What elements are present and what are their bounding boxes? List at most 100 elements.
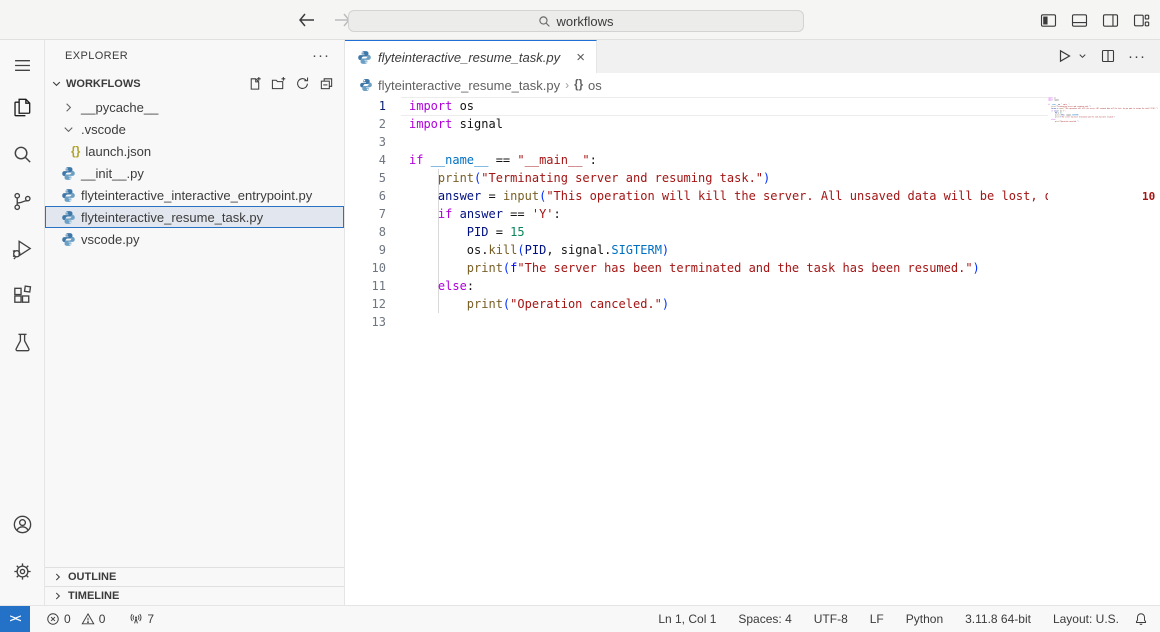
sidebar-more-actions-icon[interactable]: ··· [312, 51, 330, 61]
customize-layout-icon[interactable] [1133, 12, 1150, 29]
activity-bar [0, 40, 45, 605]
code-line-11[interactable]: 11 else: [345, 277, 1160, 295]
code-line-4[interactable]: 4if __name__ == "__main__": [345, 151, 1160, 169]
minimap-artifact: 10 [1142, 188, 1155, 206]
minimap-content: import osimport signal if __name__ == "_… [1048, 97, 1158, 125]
new-file-icon[interactable] [247, 76, 262, 91]
line-number: 4 [345, 151, 386, 169]
command-center-search[interactable]: workflows [348, 10, 804, 32]
new-folder-icon[interactable] [271, 76, 286, 91]
code-line-13[interactable]: 13 [345, 313, 1160, 331]
line-number: 10 [345, 259, 386, 277]
status-cursor-position[interactable]: Ln 1, Col 1 [658, 612, 716, 626]
line-number: 8 [345, 223, 386, 241]
code-content: 1import os2import signal34if __name__ ==… [345, 97, 1160, 331]
code-line-7[interactable]: 7 if answer == 'Y': [345, 205, 1160, 223]
chevron-right-icon [51, 570, 65, 584]
status-language[interactable]: Python [906, 612, 943, 626]
remote-indicator[interactable]: >< [0, 606, 30, 632]
menu-icon[interactable] [0, 46, 45, 84]
code-line-3[interactable]: 3 [345, 133, 1160, 151]
tree-item-launch-json[interactable]: {}launch.json [45, 140, 344, 162]
breadcrumb-symbol[interactable]: os [588, 78, 602, 93]
refresh-explorer-icon[interactable] [295, 76, 310, 91]
tree-item-label: flyteinteractive_interactive_entrypoint.… [81, 188, 312, 203]
code-line-text: print("Operation canceled.") [409, 295, 1048, 313]
extensions-icon[interactable] [0, 272, 45, 319]
tree-item-init-py[interactable]: __init__.py [45, 162, 344, 184]
tab-bar: flyteinteractive_resume_task.py × ··· [345, 40, 1160, 73]
code-editor[interactable]: 1import os2import signal34if __name__ ==… [345, 97, 1160, 605]
run-and-debug-icon[interactable] [0, 225, 45, 272]
python-file-icon [357, 50, 372, 65]
chevron-down-icon [61, 122, 76, 137]
workflows-section-label: WORKFLOWS [66, 78, 141, 90]
line-number: 12 [345, 295, 386, 313]
code-line-1[interactable]: 1import os [345, 97, 1160, 115]
run-python-file-icon[interactable] [1056, 48, 1072, 64]
tab-flyteinteractive-resume-task[interactable]: flyteinteractive_resume_task.py × [345, 40, 597, 73]
problems-status[interactable]: 0 0 [46, 612, 105, 626]
toggle-secondary-sidebar-icon[interactable] [1102, 12, 1119, 29]
python-file-icon [61, 210, 76, 225]
tree-item-vscode-py[interactable]: vscode.py [45, 228, 344, 250]
code-line-text: answer = input("This operation will kill… [409, 187, 1048, 205]
error-count: 0 [64, 612, 71, 626]
tree-item-pycache[interactable]: __pycache__ [45, 96, 344, 118]
toggle-panel-icon[interactable] [1071, 12, 1088, 29]
tree-item-label: .vscode [81, 122, 126, 137]
tree-item-label: flyteinteractive_resume_task.py [81, 210, 263, 225]
notifications-bell-icon[interactable] [1134, 612, 1148, 626]
code-line-text: import os [409, 97, 1048, 115]
minimap[interactable]: import osimport signal if __name__ == "_… [1048, 97, 1158, 605]
code-line-text [409, 133, 1048, 151]
code-line-text: import signal [409, 115, 1048, 133]
breadcrumb-separator: › [565, 78, 569, 92]
tree-item-flyteinteractive-interactive-entrypoint-py[interactable]: flyteinteractive_interactive_entrypoint.… [45, 184, 344, 206]
python-file-icon [61, 232, 76, 247]
ports-status[interactable]: 7 [129, 612, 154, 626]
status-keyboard-layout[interactable]: Layout: U.S. [1053, 612, 1119, 626]
sidebar-title: EXPLORER [65, 50, 128, 62]
file-tree: __pycache__ .vscode {}launch.json__init__.… [45, 96, 344, 250]
split-editor-icon[interactable] [1100, 48, 1116, 64]
code-line-5[interactable]: 5 print("Terminating server and resuming… [345, 169, 1160, 187]
json-file-icon: {} [71, 144, 80, 158]
status-eol[interactable]: LF [870, 612, 884, 626]
toggle-primary-sidebar-icon[interactable] [1040, 12, 1057, 29]
run-options-dropdown-icon[interactable] [1077, 48, 1088, 64]
tree-item-vscode-folder[interactable]: .vscode [45, 118, 344, 140]
code-line-6[interactable]: 6 answer = input("This operation will ki… [345, 187, 1160, 205]
status-encoding[interactable]: UTF-8 [814, 612, 848, 626]
account-icon[interactable] [0, 501, 45, 548]
timeline-section[interactable]: TIMELINE [45, 586, 344, 605]
back-arrow-icon[interactable] [296, 10, 316, 30]
code-line-text: PID = 15 [409, 223, 1048, 241]
explorer-icon[interactable] [0, 84, 45, 131]
code-line-12[interactable]: 12 print("Operation canceled.") [345, 295, 1160, 313]
more-actions-icon[interactable]: ··· [1128, 48, 1146, 65]
breadcrumb-file[interactable]: flyteinteractive_resume_task.py [378, 78, 560, 93]
search-icon [538, 15, 551, 28]
code-line-text: print(f"The server has been terminated a… [409, 259, 1048, 277]
status-bar: >< 0 0 7 Ln 1, Col 1 Spaces: 4 UTF-8 LF Pyth… [0, 605, 1160, 632]
search-icon[interactable] [0, 131, 45, 178]
warning-icon [81, 612, 95, 626]
tab-close-icon[interactable]: × [573, 49, 588, 66]
settings-gear-icon[interactable] [0, 548, 45, 595]
tree-item-flyteinteractive-resume-task-py[interactable]: flyteinteractive_resume_task.py [45, 206, 344, 228]
code-line-10[interactable]: 10 print(f"The server has been terminate… [345, 259, 1160, 277]
editor-group: flyteinteractive_resume_task.py × ··· fl… [345, 40, 1160, 605]
status-indentation[interactable]: Spaces: 4 [738, 612, 791, 626]
status-python-version[interactable]: 3.11.8 64-bit [965, 612, 1031, 626]
outline-section[interactable]: OUTLINE [45, 567, 344, 586]
editor-actions: ··· [597, 40, 1160, 73]
collapse-folders-icon[interactable] [319, 76, 334, 91]
code-line-2[interactable]: 2import signal [345, 115, 1160, 133]
testing-icon[interactable] [0, 319, 45, 366]
code-line-9[interactable]: 9 os.kill(PID, signal.SIGTERM) [345, 241, 1160, 259]
workflows-section-header[interactable]: WORKFLOWS [45, 72, 344, 95]
source-control-icon[interactable] [0, 178, 45, 225]
code-line-8[interactable]: 8 PID = 15 [345, 223, 1160, 241]
code-line-text: else: [409, 277, 1048, 295]
